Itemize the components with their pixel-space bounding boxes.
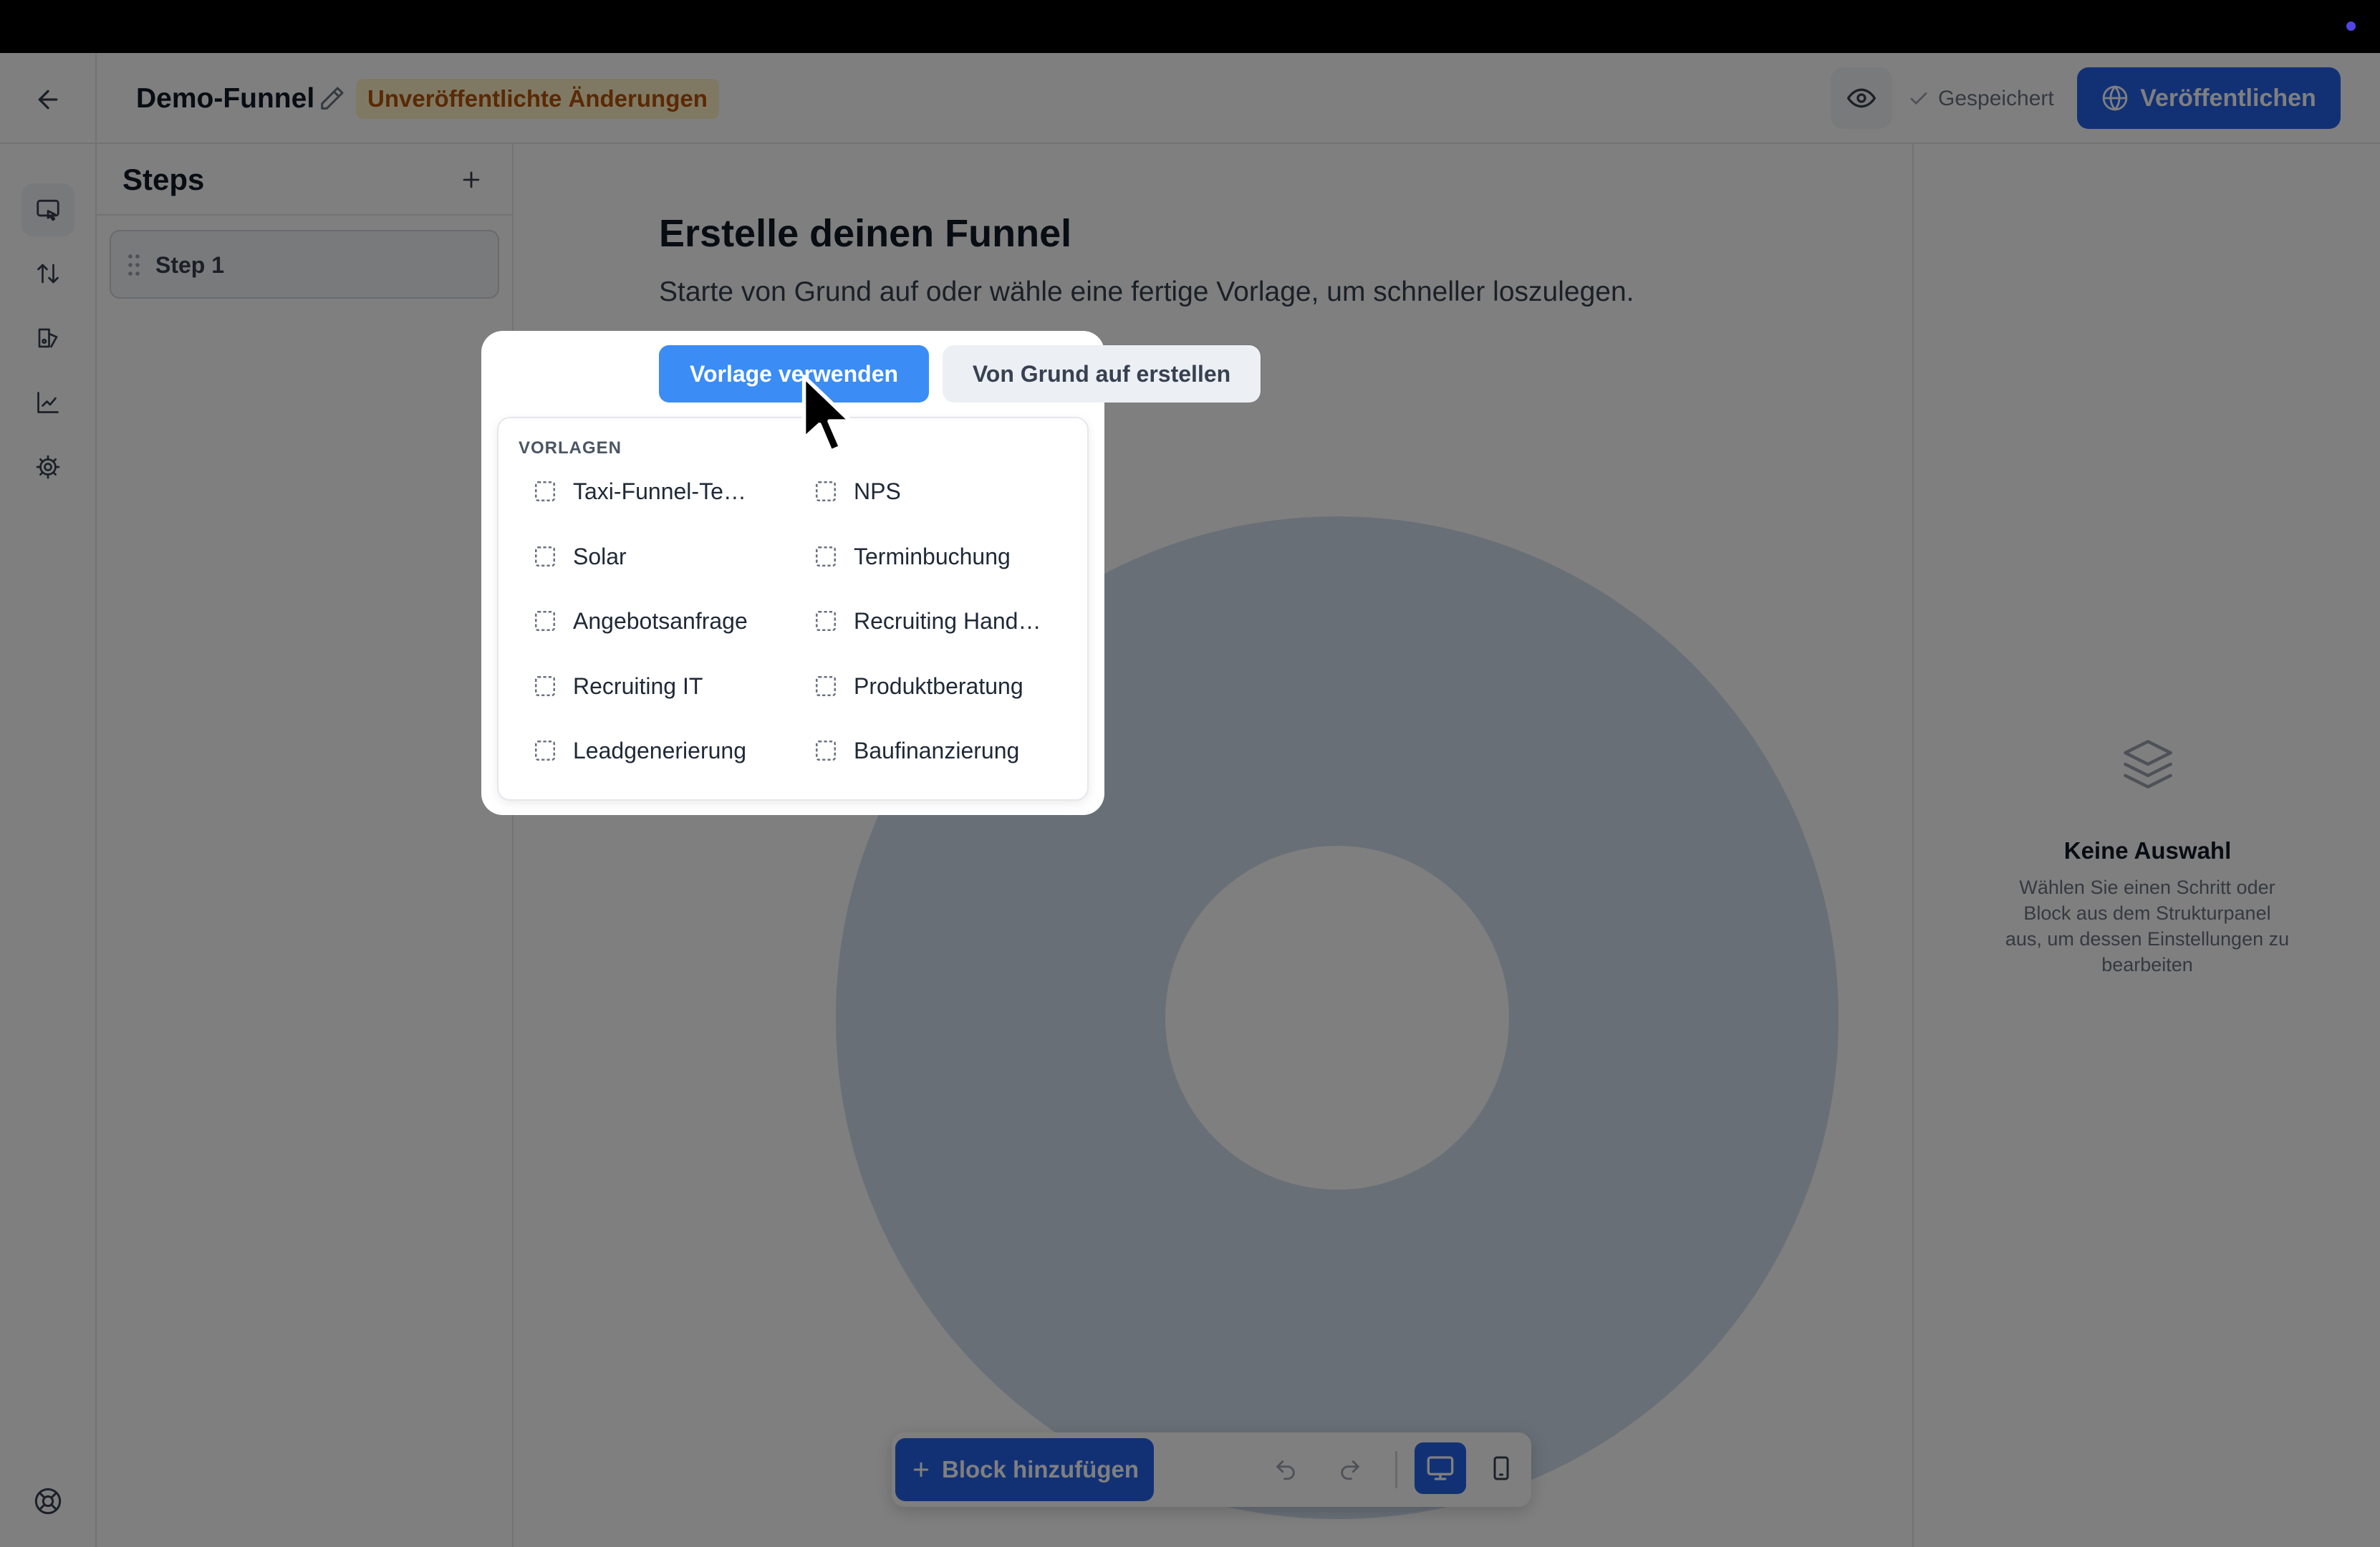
template-item[interactable]: Baufinanzierung [814, 729, 1019, 772]
dashed-square-icon [534, 740, 556, 761]
status-dot [2346, 21, 2356, 31]
modal-overlay [0, 53, 2380, 1547]
dashed-square-icon [815, 610, 837, 632]
dashed-square-icon [534, 610, 556, 632]
dashed-square-icon [815, 481, 837, 502]
template-label: Recruiting Hand… [854, 607, 1041, 634]
dashed-square-icon [534, 675, 556, 697]
template-item[interactable]: NPS [814, 470, 901, 513]
system-bar [0, 0, 2380, 53]
template-label: Terminbuchung [854, 543, 1011, 569]
dashed-square-icon [815, 546, 837, 567]
template-item[interactable]: Angebotsanfrage [533, 599, 748, 642]
template-item[interactable]: Produktberatung [814, 665, 1023, 708]
use-template-button[interactable]: Vorlage verwenden [659, 345, 929, 403]
template-item[interactable]: Taxi-Funnel-Te… [533, 470, 746, 513]
template-item[interactable]: Recruiting IT [533, 665, 703, 708]
template-item[interactable]: Terminbuchung [814, 535, 1011, 578]
template-label: Recruiting IT [573, 673, 703, 699]
template-item[interactable]: Recruiting Hand… [814, 599, 1041, 642]
template-menu-heading: VORLAGEN [519, 438, 622, 458]
mouse-cursor-icon [801, 374, 858, 458]
template-item[interactable]: Leadgenerierung [533, 729, 746, 772]
template-item[interactable]: Solar [533, 535, 627, 578]
template-label: Solar [573, 543, 627, 569]
template-label: Taxi-Funnel-Te… [573, 478, 746, 504]
dashed-square-icon [815, 675, 837, 697]
from-scratch-button[interactable]: Von Grund auf erstellen [943, 345, 1261, 403]
dashed-square-icon [534, 481, 556, 502]
template-menu: VORLAGEN Taxi-Funnel-Te… NPS Solar Termi… [497, 417, 1089, 801]
template-label: Leadgenerierung [573, 737, 746, 763]
dashed-square-icon [534, 546, 556, 567]
dashed-square-icon [815, 740, 837, 761]
template-label: Baufinanzierung [854, 737, 1020, 763]
template-label: NPS [854, 478, 901, 504]
template-label: Produktberatung [854, 673, 1023, 699]
template-label: Angebotsanfrage [573, 607, 748, 634]
template-picker: Vorlage verwenden Von Grund auf erstelle… [481, 331, 1261, 815]
